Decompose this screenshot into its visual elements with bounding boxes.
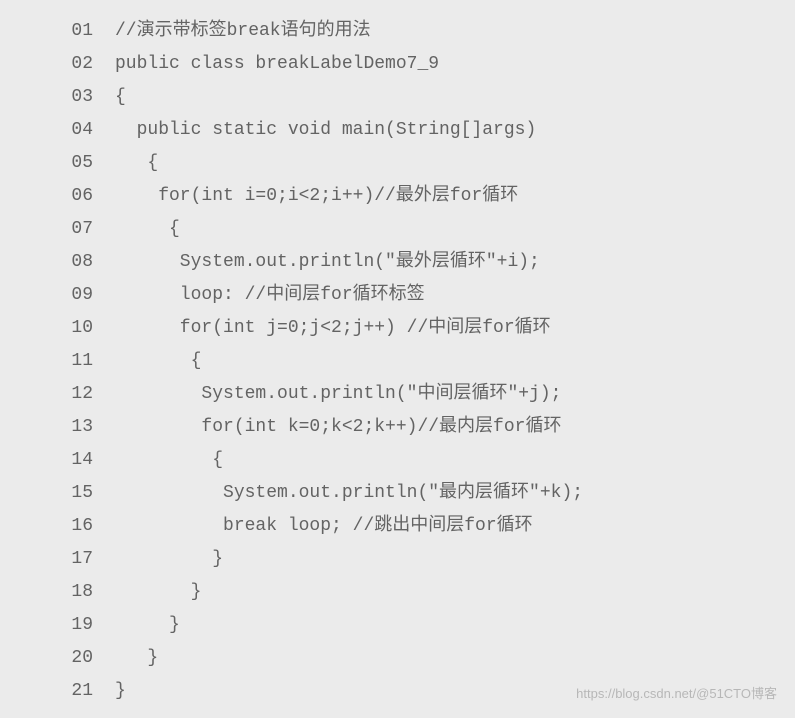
code-line: 08 System.out.println("最外层循环"+i);: [0, 246, 795, 279]
code-line: 16 break loop; //跳出中间层for循环: [0, 510, 795, 543]
line-number: 02: [0, 48, 115, 81]
line-number: 11: [0, 345, 115, 378]
line-number: 04: [0, 114, 115, 147]
line-number: 21: [0, 675, 115, 708]
line-content: }: [115, 576, 795, 609]
line-number: 19: [0, 609, 115, 642]
line-content: for(int k=0;k<2;k++)//最内层for循环: [115, 411, 795, 444]
line-content: for(int i=0;i<2;i++)//最外层for循环: [115, 180, 795, 213]
code-line: 15 System.out.println("最内层循环"+k);: [0, 477, 795, 510]
line-content: break loop; //跳出中间层for循环: [115, 510, 795, 543]
line-number: 03: [0, 81, 115, 114]
line-content: }: [115, 609, 795, 642]
code-line: 17 }: [0, 543, 795, 576]
line-content: {: [115, 345, 795, 378]
line-content: {: [115, 444, 795, 477]
code-line: 18 }: [0, 576, 795, 609]
line-content: System.out.println("最内层循环"+k);: [115, 477, 795, 510]
line-content: public static void main(String[]args): [115, 114, 795, 147]
line-content: {: [115, 147, 795, 180]
line-number: 08: [0, 246, 115, 279]
line-content: for(int j=0;j<2;j++) //中间层for循环: [115, 312, 795, 345]
line-number: 14: [0, 444, 115, 477]
code-line: 01 //演示带标签break语句的用法: [0, 15, 795, 48]
line-content: {: [115, 81, 795, 114]
line-content: }: [115, 543, 795, 576]
line-number: 09: [0, 279, 115, 312]
code-line: 07 {: [0, 213, 795, 246]
line-number: 15: [0, 477, 115, 510]
line-number: 12: [0, 378, 115, 411]
code-line: 05 {: [0, 147, 795, 180]
code-line: 06 for(int i=0;i<2;i++)//最外层for循环: [0, 180, 795, 213]
code-line: 13 for(int k=0;k<2;k++)//最内层for循环: [0, 411, 795, 444]
code-line: 11 {: [0, 345, 795, 378]
line-number: 05: [0, 147, 115, 180]
line-content: System.out.println("最外层循环"+i);: [115, 246, 795, 279]
line-number: 07: [0, 213, 115, 246]
line-content: loop: //中间层for循环标签: [115, 279, 795, 312]
line-number: 20: [0, 642, 115, 675]
line-number: 18: [0, 576, 115, 609]
watermark-text: https://blog.csdn.net/@51CTO博客: [576, 677, 777, 710]
line-content: {: [115, 213, 795, 246]
line-number: 17: [0, 543, 115, 576]
code-line: 19 }: [0, 609, 795, 642]
line-number: 10: [0, 312, 115, 345]
line-number: 16: [0, 510, 115, 543]
line-number: 01: [0, 15, 115, 48]
code-line: 12 System.out.println("中间层循环"+j);: [0, 378, 795, 411]
code-line: 14 {: [0, 444, 795, 477]
line-number: 13: [0, 411, 115, 444]
line-content: }: [115, 642, 795, 675]
code-line: 03 {: [0, 81, 795, 114]
line-content: System.out.println("中间层循环"+j);: [115, 378, 795, 411]
code-block: 01 //演示带标签break语句的用法 02 public class bre…: [0, 15, 795, 708]
line-content: //演示带标签break语句的用法: [115, 15, 795, 48]
code-line: 02 public class breakLabelDemo7_9: [0, 48, 795, 81]
code-line: 20 }: [0, 642, 795, 675]
code-line: 04 public static void main(String[]args): [0, 114, 795, 147]
code-line: 09 loop: //中间层for循环标签: [0, 279, 795, 312]
line-content: public class breakLabelDemo7_9: [115, 48, 795, 81]
code-line: 10 for(int j=0;j<2;j++) //中间层for循环: [0, 312, 795, 345]
line-number: 06: [0, 180, 115, 213]
